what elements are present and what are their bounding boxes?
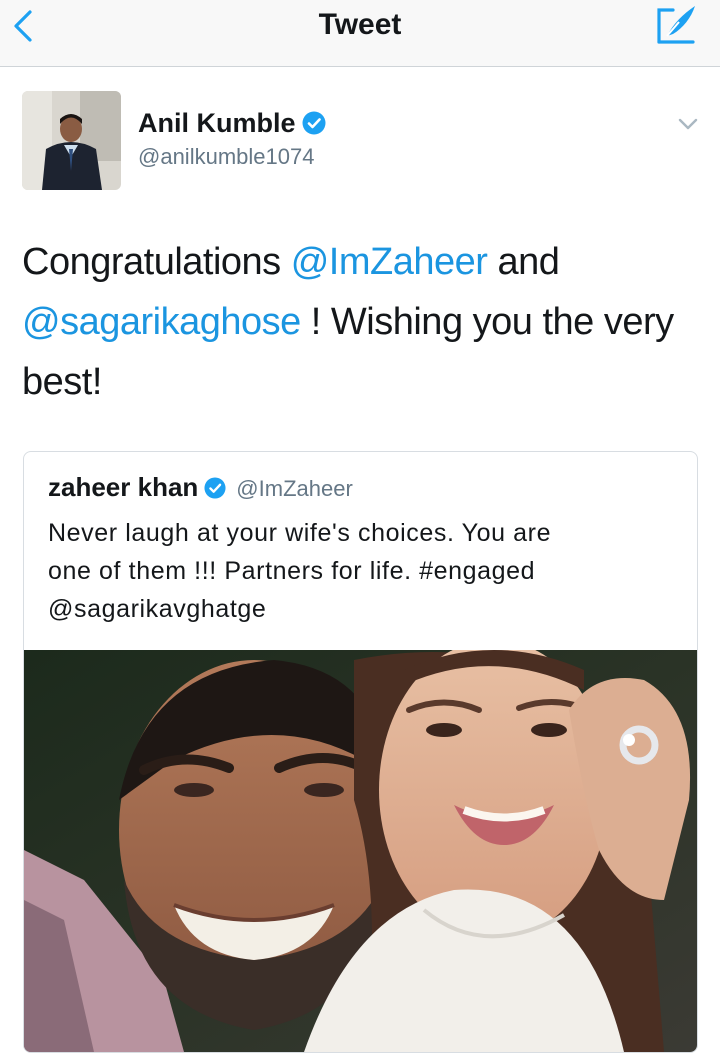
tweet-text-segment: and: [487, 241, 560, 283]
quoted-author-handle: @ImZaheer: [236, 476, 353, 501]
mention-link-sagarikaghose[interactable]: @sagarikaghose: [22, 301, 301, 343]
compose-icon[interactable]: [653, 2, 699, 46]
quoted-tweet-text: Never laugh at your wife's choices. You …: [48, 514, 678, 628]
avatar-image: [22, 91, 121, 190]
author-name[interactable]: Anil Kumble: [138, 108, 326, 139]
quoted-tweet-header: zaheer khan @ImZaheer: [48, 472, 353, 503]
quoted-tweet-photo[interactable]: [24, 650, 697, 1052]
avatar[interactable]: [22, 91, 121, 190]
mention-link-imzaheer[interactable]: @ImZaheer: [291, 241, 488, 283]
navigation-bar: Tweet: [0, 0, 720, 67]
chevron-left-icon[interactable]: [10, 8, 38, 44]
author-handle[interactable]: @anilkumble1074: [138, 144, 314, 170]
tweet-text: Congratulations @ImZaheer and @sagarikag…: [22, 232, 702, 412]
chevron-down-icon[interactable]: [676, 114, 700, 134]
quoted-text-line: Never laugh at your wife's choices. You …: [48, 519, 552, 547]
quoted-tweet-card[interactable]: zaheer khan @ImZaheer Never laugh at your…: [23, 451, 698, 1053]
quoted-author-name: zaheer khan: [48, 472, 199, 502]
quoted-text-line: one of them !!! Partners for life. #enga…: [48, 557, 536, 585]
verified-badge-icon: [204, 477, 226, 499]
verified-badge-icon: [302, 111, 326, 135]
quoted-text-line: @sagarikavghatge: [48, 595, 267, 623]
page-title: Tweet: [318, 8, 402, 41]
tweet-text-segment: Congratulations: [22, 241, 291, 283]
